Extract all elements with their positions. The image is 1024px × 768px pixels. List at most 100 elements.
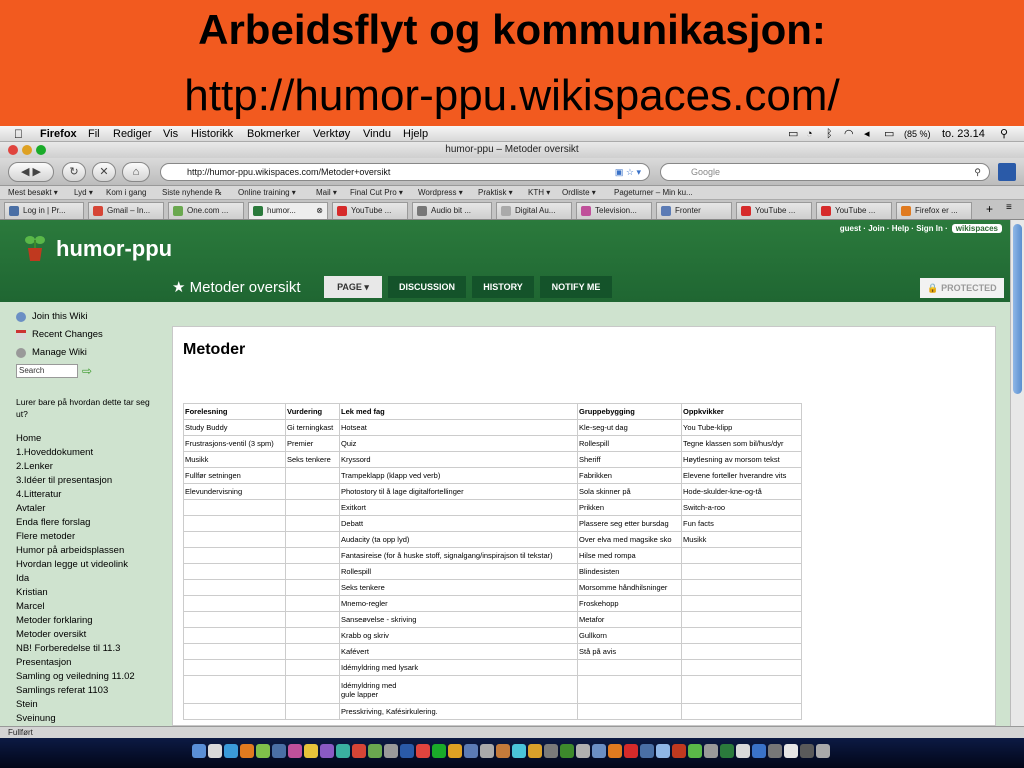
bookmark-item[interactable]: Kom i gang: [106, 186, 146, 199]
bookmark-item[interactable]: Mail ▾: [316, 186, 337, 199]
dock-app-icon[interactable]: [528, 744, 542, 758]
search-bar[interactable]: Google ⚲: [660, 163, 990, 181]
nav-link[interactable]: Stein: [16, 698, 38, 712]
menu-verktoy[interactable]: Verktøy: [313, 126, 350, 142]
dock-app-icon[interactable]: [592, 744, 606, 758]
tab-discussion[interactable]: DISCUSSION: [388, 276, 466, 298]
bluetooth-icon[interactable]: ᛒ: [826, 126, 833, 142]
bookmark-item[interactable]: Mest besøkt ▾: [8, 186, 58, 199]
dock-app-icon[interactable]: [368, 744, 382, 758]
browser-tab[interactable]: YouTube ...: [736, 202, 812, 219]
search-go-icon[interactable]: ⇨: [82, 364, 96, 378]
dock-app-icon[interactable]: [416, 744, 430, 758]
nav-link[interactable]: 1.Hoveddokument: [16, 446, 93, 460]
browser-tab[interactable]: One.com ...: [168, 202, 244, 219]
search-icon[interactable]: ⚲: [974, 164, 981, 180]
dock-app-icon[interactable]: [192, 744, 206, 758]
recent-changes-link[interactable]: Recent Changes: [16, 328, 103, 342]
tab-list-icon[interactable]: ≡: [1006, 202, 1012, 213]
dock-app-icon[interactable]: [816, 744, 830, 758]
menu-vindu[interactable]: Vindu: [363, 126, 391, 142]
tab-notify-me[interactable]: NOTIFY ME: [540, 276, 612, 298]
dock-app-icon[interactable]: [240, 744, 254, 758]
manage-wiki-link[interactable]: Manage Wiki: [16, 346, 87, 360]
home-button[interactable]: ⌂: [122, 162, 150, 182]
browser-tab[interactable]: Television...: [576, 202, 652, 219]
dock-app-icon[interactable]: [768, 744, 782, 758]
tab-history[interactable]: HISTORY: [472, 276, 534, 298]
nav-link[interactable]: Sveinung: [16, 712, 56, 726]
wikispaces-badge[interactable]: wikispaces: [951, 224, 1002, 233]
menubar-clock[interactable]: to. 23.14: [942, 126, 985, 142]
dock-app-icon[interactable]: [720, 744, 734, 758]
dock-app-icon[interactable]: [656, 744, 670, 758]
menu-rediger[interactable]: Rediger: [113, 126, 152, 142]
scrollbar-thumb[interactable]: [1013, 224, 1022, 394]
dock-app-icon[interactable]: [448, 744, 462, 758]
dock-app-icon[interactable]: [336, 744, 350, 758]
dock-app-icon[interactable]: [208, 744, 222, 758]
browser-tab-active[interactable]: humor... ⊗: [248, 202, 328, 219]
dock-app-icon[interactable]: [320, 744, 334, 758]
dock-app-icon[interactable]: [800, 744, 814, 758]
bookmark-item[interactable]: Pageturner – Min ku...: [614, 186, 693, 199]
browser-tab[interactable]: Digital Au...: [496, 202, 572, 219]
dock-app-icon[interactable]: [544, 744, 558, 758]
dock-app-icon[interactable]: [688, 744, 702, 758]
dock-app-icon[interactable]: [496, 744, 510, 758]
dock-app-icon[interactable]: [384, 744, 398, 758]
dock-app-icon[interactable]: [736, 744, 750, 758]
dock-app-icon[interactable]: [464, 744, 478, 758]
dock-app-icon[interactable]: [256, 744, 270, 758]
dock-app-icon[interactable]: [672, 744, 686, 758]
dock-app-icon[interactable]: [640, 744, 654, 758]
nav-link[interactable]: NB! Forberedelse til 11.3: [16, 642, 120, 656]
nav-link[interactable]: Samlings referat 1103: [16, 684, 108, 698]
nav-link[interactable]: Kristian: [16, 586, 48, 600]
vertical-scrollbar[interactable]: [1010, 220, 1024, 726]
nav-link[interactable]: Flere metoder: [16, 530, 75, 544]
menu-fil[interactable]: Fil: [88, 126, 100, 142]
dock-app-icon[interactable]: [704, 744, 718, 758]
back-forward-button[interactable]: ◀ ▶: [8, 162, 54, 182]
browser-tab[interactable]: Log in | Pr...: [4, 202, 84, 219]
dock-app-icon[interactable]: [304, 744, 318, 758]
menu-bokmerker[interactable]: Bokmerker: [247, 126, 300, 142]
bookmark-item[interactable]: KTH ▾: [528, 186, 550, 199]
dock-app-icon[interactable]: [512, 744, 526, 758]
nav-link[interactable]: 2.Lenker: [16, 460, 53, 474]
extension-icon[interactable]: [998, 163, 1016, 181]
stop-button[interactable]: ✕: [92, 162, 116, 182]
bookmark-item[interactable]: Online training ▾: [238, 186, 296, 199]
dock-app-icon[interactable]: [272, 744, 286, 758]
menu-app-firefox[interactable]: Firefox: [40, 126, 77, 142]
nav-link[interactable]: Hvordan legge ut videolink: [16, 558, 128, 572]
screen-icon[interactable]: ▭: [788, 126, 798, 142]
nav-link-home[interactable]: Home: [16, 432, 41, 446]
spotlight-icon[interactable]: ⚲: [1000, 126, 1008, 142]
browser-tab[interactable]: Audio bit ...: [412, 202, 492, 219]
dock-app-icon[interactable]: [432, 744, 446, 758]
sidebar-search-input[interactable]: Search: [16, 364, 78, 378]
dock-app-icon[interactable]: [624, 744, 638, 758]
nav-link[interactable]: Metoder forklaring: [16, 614, 93, 628]
minimize-icon[interactable]: [22, 145, 32, 155]
browser-tab[interactable]: YouTube ...: [816, 202, 892, 219]
dock-app-icon[interactable]: [352, 744, 366, 758]
bookmark-item[interactable]: Wordpress ▾: [418, 186, 463, 199]
back-icon[interactable]: ◀: [21, 166, 29, 178]
zoom-icon[interactable]: [36, 145, 46, 155]
browser-tab[interactable]: Gmail – In...: [88, 202, 164, 219]
bookmark-item[interactable]: Siste nyhende ℞: [162, 186, 222, 199]
new-tab-icon[interactable]: +: [986, 202, 993, 216]
join-wiki-link[interactable]: Join this Wiki: [16, 310, 87, 324]
battery-icon[interactable]: ▭: [884, 126, 894, 142]
bookmark-item[interactable]: Ordliste ▾: [562, 186, 596, 199]
account-links[interactable]: guest · Join · Help · Sign In · wikispace…: [840, 224, 1002, 233]
nav-link[interactable]: Metoder oversikt: [16, 628, 86, 642]
nav-link[interactable]: Humor på arbeidsplassen: [16, 544, 124, 558]
dock-app-icon[interactable]: [224, 744, 238, 758]
wifi-icon[interactable]: ◠: [844, 126, 854, 142]
site-name[interactable]: humor-ppu: [56, 236, 172, 262]
bookmark-item[interactable]: Final Cut Pro ▾: [350, 186, 403, 199]
